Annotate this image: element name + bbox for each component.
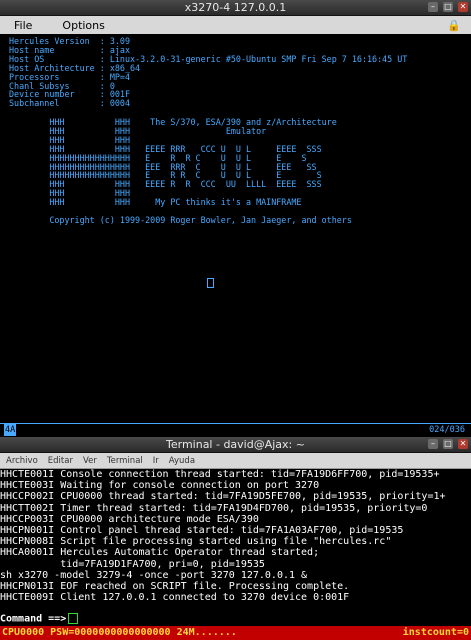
- x3270-titlebar[interactable]: x3270-4 127.0.0.1 – □ ✕: [0, 0, 471, 16]
- terminal-window: Terminal - david@Ajax: ~ – □ ✕ Archivo E…: [0, 437, 471, 640]
- log-line: HHCA0001I Hercules Automatic Operator th…: [0, 547, 320, 559]
- menu-archivo[interactable]: Archivo: [6, 456, 38, 466]
- log-line: HHCTE001I Console connection thread star…: [0, 469, 440, 480]
- terminal-output[interactable]: HHCTE001I Console connection thread star…: [0, 469, 471, 603]
- log-line: HHCCP003I CPU0000 architecture mode ESA/…: [0, 513, 259, 525]
- cpu-psw-status: CPU0000 PSW=0000000000000000 24M.......: [2, 627, 237, 638]
- menu-terminal[interactable]: Terminal: [107, 456, 143, 466]
- x3270-title: x3270-4 127.0.0.1: [184, 1, 287, 14]
- x3270-window: x3270-4 127.0.0.1 – □ ✕ File Options 🔒 H…: [0, 0, 471, 436]
- menu-editar[interactable]: Editar: [48, 456, 73, 466]
- minimize-button[interactable]: –: [428, 439, 438, 449]
- log-line: sh x3270 -model 3279-4 -once -port 3270 …: [0, 569, 308, 581]
- terminal-menubar: Archivo Editar Ver Terminal Ir Ayuda: [0, 453, 471, 469]
- menu-ver[interactable]: Ver: [83, 456, 97, 466]
- maximize-button[interactable]: □: [443, 2, 453, 12]
- log-line: HHCTE003I Waiting for console connection…: [0, 480, 320, 492]
- log-line: HHCTE009I Client 127.0.0.1 connected to …: [0, 592, 350, 604]
- minimize-button[interactable]: –: [428, 2, 438, 12]
- menu-options[interactable]: Options: [58, 18, 108, 33]
- terminal-3270-screen[interactable]: Hercules Version : 3.09 Host name : ajax…: [0, 34, 471, 420]
- log-line: HHCTT002I Timer thread started: tid=7FA1…: [0, 502, 428, 514]
- operator-info-area: 4A 024/036: [0, 423, 471, 436]
- terminal-titlebar[interactable]: Terminal - david@Ajax: ~ – □ ✕: [0, 437, 471, 453]
- menu-ayuda[interactable]: Ayuda: [169, 456, 195, 466]
- close-button[interactable]: ✕: [458, 439, 468, 449]
- log-line: HHCPN001I Control panel thread started: …: [0, 524, 404, 536]
- instcount-status: instcount=0: [402, 627, 469, 638]
- maximize-button[interactable]: □: [443, 439, 453, 449]
- hercules-status-bar: CPU0000 PSW=0000000000000000 24M....... …: [0, 626, 471, 640]
- log-line: tid=7FA19D1FA700, pri=0, pid=19535: [0, 558, 265, 570]
- hercules-logo: HHH HHH The S/370, ESA/390 and z/Archite…: [9, 117, 352, 225]
- log-line: HHCPN013I EOF reached on SCRIPT file. Pr…: [0, 580, 350, 592]
- menu-ir[interactable]: Ir: [153, 456, 159, 466]
- oia-status: 4A: [4, 424, 17, 436]
- screen-cursor: [207, 278, 214, 288]
- x3270-menubar: File Options 🔒: [0, 16, 471, 35]
- cursor-position: 024/036: [429, 425, 465, 435]
- command-prompt: Command ==>: [0, 613, 67, 625]
- log-line: HHCPN008I Script file processing started…: [0, 536, 392, 548]
- command-line[interactable]: Command ==>: [0, 613, 471, 625]
- lock-icon[interactable]: 🔒: [443, 18, 465, 33]
- close-button[interactable]: ✕: [458, 2, 468, 12]
- menu-file[interactable]: File: [10, 18, 36, 33]
- command-input[interactable]: [68, 613, 79, 624]
- log-line: HHCCP002I CPU0000 thread started: tid=7F…: [0, 491, 446, 503]
- screen-text-header: Hercules Version : 3.09 Host name : ajax…: [9, 36, 408, 109]
- terminal-title: Terminal - david@Ajax: ~: [166, 438, 305, 451]
